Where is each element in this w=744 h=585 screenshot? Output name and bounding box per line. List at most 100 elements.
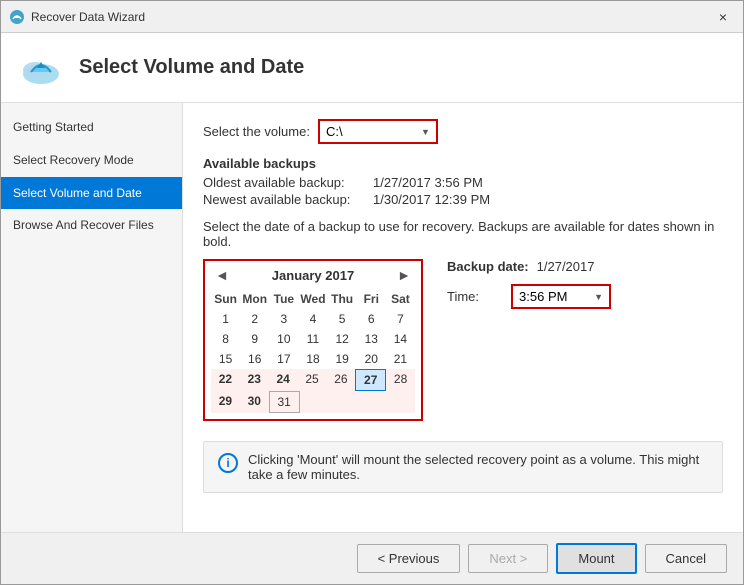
calendar-month: January 2017 xyxy=(272,268,354,283)
cal-header-mon: Mon xyxy=(240,289,269,309)
title-bar-title: Recover Data Wizard xyxy=(31,10,145,24)
cal-day-17[interactable]: 17 xyxy=(269,349,298,369)
cal-day-12[interactable]: 12 xyxy=(328,329,357,349)
info-bar: i Clicking 'Mount' will mount the select… xyxy=(203,441,723,493)
volume-row: Select the volume: C:\ D:\ E:\ xyxy=(203,119,723,144)
volume-select-wrapper: C:\ D:\ E:\ xyxy=(318,119,438,144)
cal-day-7[interactable]: 7 xyxy=(386,309,415,329)
cal-day-29[interactable]: 29 xyxy=(211,391,240,413)
available-backups-title: Available backups xyxy=(203,156,723,171)
cal-day-19[interactable]: 19 xyxy=(328,349,357,369)
cal-day-23[interactable]: 23 xyxy=(240,369,269,391)
cal-day-2[interactable]: 2 xyxy=(240,309,269,329)
cal-day-empty-2 xyxy=(328,391,357,413)
next-button[interactable]: Next > xyxy=(468,544,548,573)
calendar-and-backup: ◄ January 2017 ► Sun Mon Tue Wed Thu Fri xyxy=(203,259,723,421)
cal-header-sun: Sun xyxy=(211,289,240,309)
cal-header-wed: Wed xyxy=(298,289,327,309)
backup-info: Available backups Oldest available backu… xyxy=(203,156,723,207)
calendar: ◄ January 2017 ► Sun Mon Tue Wed Thu Fri xyxy=(203,259,423,421)
cal-header-tue: Tue xyxy=(269,289,298,309)
calendar-prev-button[interactable]: ◄ xyxy=(211,267,233,283)
calendar-week-3: 15 16 17 18 19 20 21 xyxy=(211,349,415,369)
calendar-header: ◄ January 2017 ► xyxy=(211,267,415,283)
cal-day-5[interactable]: 5 xyxy=(328,309,357,329)
cal-day-24[interactable]: 24 xyxy=(269,369,298,391)
cal-day-empty-3 xyxy=(357,391,386,413)
calendar-week-1: 1 2 3 4 5 6 7 xyxy=(211,309,415,329)
main-content: Select the volume: C:\ D:\ E:\ Available… xyxy=(183,103,743,532)
volume-select[interactable]: C:\ D:\ E:\ xyxy=(320,121,436,142)
header-area: Select Volume and Date xyxy=(1,33,743,103)
cal-day-28[interactable]: 28 xyxy=(386,369,415,391)
sidebar-item-volume-date[interactable]: Select Volume and Date xyxy=(1,177,182,210)
cal-day-8[interactable]: 8 xyxy=(211,329,240,349)
title-bar-left: Recover Data Wizard xyxy=(9,9,145,25)
sidebar: Getting Started Select Recovery Mode Sel… xyxy=(1,103,183,532)
cal-day-20[interactable]: 20 xyxy=(357,349,386,369)
cal-day-15[interactable]: 15 xyxy=(211,349,240,369)
oldest-backup-label: Oldest available backup: xyxy=(203,175,373,190)
cal-day-empty-4 xyxy=(386,391,415,413)
select-date-instruction: Select the date of a backup to use for r… xyxy=(203,219,723,249)
cancel-button[interactable]: Cancel xyxy=(645,544,727,573)
oldest-backup-row: Oldest available backup: 1/27/2017 3:56 … xyxy=(203,175,723,190)
cal-day-31[interactable]: 31 xyxy=(269,391,300,413)
cal-day-21[interactable]: 21 xyxy=(386,349,415,369)
backup-date-section: Backup date: 1/27/2017 Time: 3:56 PM 12:… xyxy=(447,259,723,309)
cal-day-25[interactable]: 25 xyxy=(298,369,327,391)
calendar-week-2: 8 9 10 11 12 13 14 xyxy=(211,329,415,349)
cal-day-30[interactable]: 30 xyxy=(240,391,269,413)
time-select-wrapper: 3:56 PM 12:39 PM xyxy=(511,284,611,309)
cal-header-fri: Fri xyxy=(357,289,386,309)
oldest-backup-value: 1/27/2017 3:56 PM xyxy=(373,175,483,190)
newest-backup-row: Newest available backup: 1/30/2017 12:39… xyxy=(203,192,723,207)
backup-date-value: 1/27/2017 xyxy=(537,259,595,274)
calendar-week-4: 22 23 24 25 26 27 28 xyxy=(211,369,415,391)
cal-header-sat: Sat xyxy=(386,289,415,309)
time-label: Time: xyxy=(447,289,479,304)
newest-backup-label: Newest available backup: xyxy=(203,192,373,207)
cal-day-6[interactable]: 6 xyxy=(357,309,386,329)
cal-day-3[interactable]: 3 xyxy=(269,309,298,329)
cal-day-16[interactable]: 16 xyxy=(240,349,269,369)
backup-date-label: Backup date: xyxy=(447,259,529,274)
calendar-header-row: Sun Mon Tue Wed Thu Fri Sat xyxy=(211,289,415,309)
footer: < Previous Next > Mount Cancel xyxy=(1,532,743,584)
previous-button[interactable]: < Previous xyxy=(357,544,461,573)
cal-day-9[interactable]: 9 xyxy=(240,329,269,349)
calendar-week-5: 29 30 31 xyxy=(211,391,415,413)
info-text: Clicking 'Mount' will mount the selected… xyxy=(248,452,708,482)
backup-date-row: Backup date: 1/27/2017 xyxy=(447,259,723,274)
app-icon xyxy=(9,9,25,25)
info-icon: i xyxy=(218,453,238,473)
cal-day-empty-1 xyxy=(300,391,329,413)
mount-button[interactable]: Mount xyxy=(556,543,636,574)
window: Recover Data Wizard × Select Volume and … xyxy=(0,0,744,585)
cal-day-11[interactable]: 11 xyxy=(298,329,327,349)
cal-day-10[interactable]: 10 xyxy=(269,329,298,349)
page-title: Select Volume and Date xyxy=(79,56,304,79)
content-area: Getting Started Select Recovery Mode Sel… xyxy=(1,103,743,532)
title-bar: Recover Data Wizard × xyxy=(1,1,743,33)
sidebar-item-recovery-mode[interactable]: Select Recovery Mode xyxy=(1,144,182,177)
newest-backup-value: 1/30/2017 12:39 PM xyxy=(373,192,490,207)
cal-header-thu: Thu xyxy=(328,289,357,309)
close-button[interactable]: × xyxy=(711,7,735,27)
sidebar-item-browse-recover[interactable]: Browse And Recover Files xyxy=(1,209,182,242)
calendar-grid: Sun Mon Tue Wed Thu Fri Sat 1 2 3 xyxy=(211,289,415,413)
sidebar-item-getting-started[interactable]: Getting Started xyxy=(1,111,182,144)
cal-day-13[interactable]: 13 xyxy=(357,329,386,349)
cal-day-27[interactable]: 27 xyxy=(355,369,386,391)
cal-day-1[interactable]: 1 xyxy=(211,309,240,329)
cal-day-18[interactable]: 18 xyxy=(298,349,327,369)
cal-day-26[interactable]: 26 xyxy=(326,369,355,391)
calendar-next-button[interactable]: ► xyxy=(393,267,415,283)
cal-day-14[interactable]: 14 xyxy=(386,329,415,349)
cal-day-22[interactable]: 22 xyxy=(211,369,240,391)
time-row: Time: 3:56 PM 12:39 PM xyxy=(447,284,723,309)
time-select[interactable]: 3:56 PM 12:39 PM xyxy=(513,286,609,307)
volume-label: Select the volume: xyxy=(203,124,310,139)
wizard-icon xyxy=(17,44,65,92)
cal-day-4[interactable]: 4 xyxy=(298,309,327,329)
